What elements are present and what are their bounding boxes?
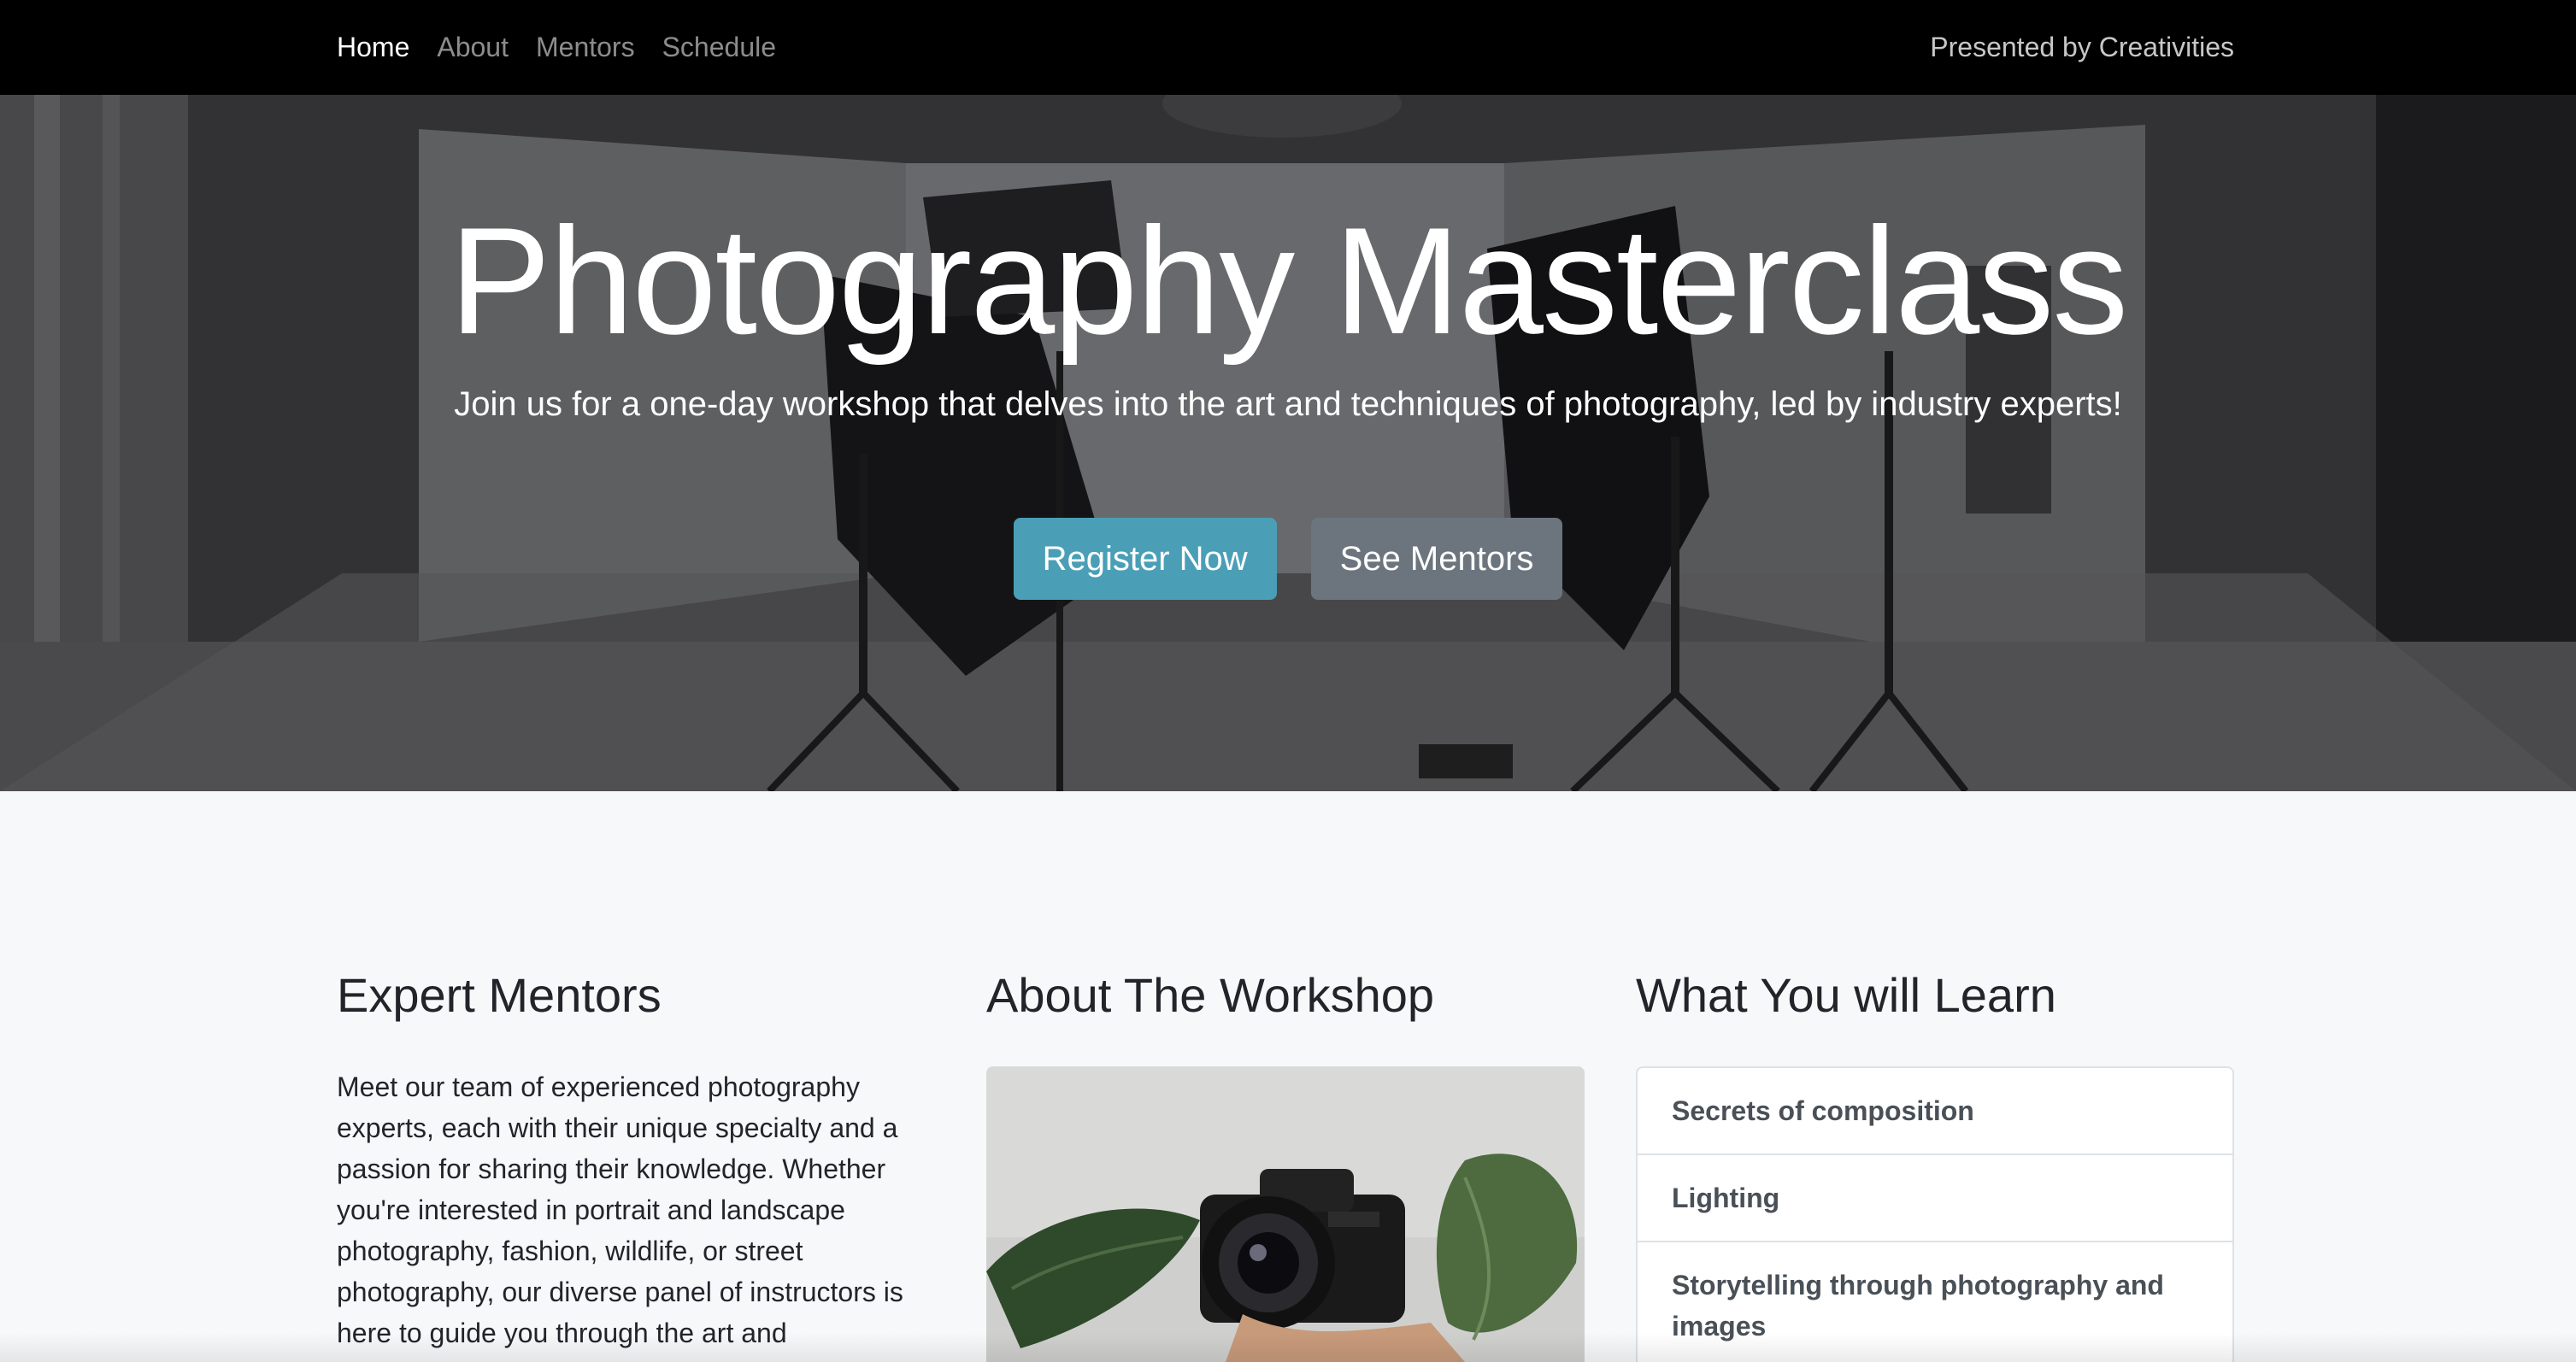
navbar: Home About Mentors Schedule Presented by… [0,0,2576,95]
learn-list: Secrets of composition Lighting Storytel… [1636,1066,2234,1362]
learn-title: What You will Learn [1636,968,2056,1022]
register-now-button[interactable]: Register Now [1013,518,1277,600]
list-item: Secrets of composition [1638,1068,2232,1155]
bottom-shadow [0,1333,2576,1362]
mentors-title: Expert Mentors [337,968,662,1022]
see-mentors-button[interactable]: See Mentors [1310,518,1563,600]
hero-subtitle: Join us for a one-day workshop that delv… [454,385,2122,423]
nav-link-about[interactable]: About [437,32,509,63]
nav-link-schedule[interactable]: Schedule [662,32,776,63]
content-section: Expert Mentors Meet our team of experien… [0,791,2576,1362]
workshop-title: About The Workshop [986,968,1435,1022]
hero-buttons: Register Now See Mentors [0,518,2576,600]
workshop-camera-image [986,1066,1585,1362]
nav-brand[interactable]: Presented by Creativities [1930,0,2234,95]
nav-link-mentors[interactable]: Mentors [536,32,635,63]
hero-title: Photography Masterclass [449,196,2128,366]
camera-illustration [986,1066,1585,1362]
hero-section: Photography Masterclass Join us for a on… [0,95,2576,791]
nav-links: Home About Mentors Schedule [337,0,803,95]
mentors-text: Meet our team of experienced photography… [337,1071,903,1348]
list-item: Lighting [1638,1155,2232,1242]
nav-link-home[interactable]: Home [337,32,409,63]
